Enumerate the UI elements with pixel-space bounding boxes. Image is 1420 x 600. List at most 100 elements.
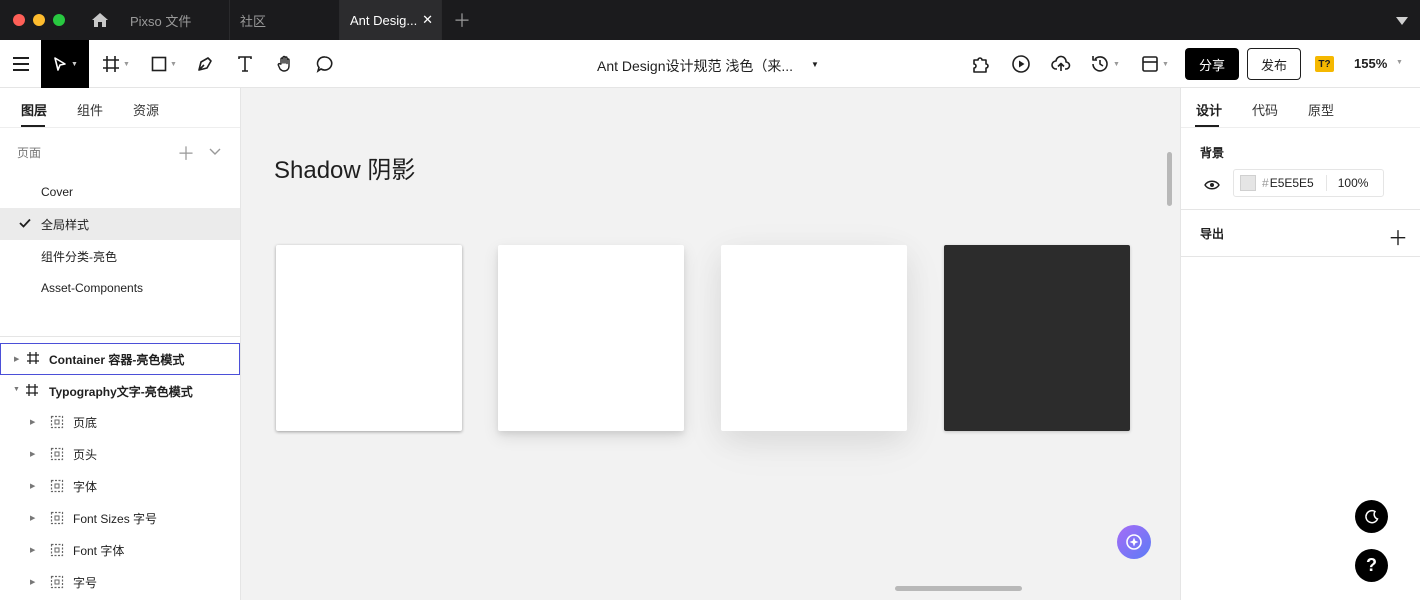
- layer-row[interactable]: ▼ Typography文字-亮色模式: [0, 375, 240, 407]
- layer-row[interactable]: ▶ 页底: [0, 406, 240, 438]
- left-panel: 图层 组件 资源 页面 ＋ Cover 全局样式 组件分类-亮色 Asset-C…: [0, 88, 241, 600]
- layout-icon: [1142, 56, 1158, 72]
- vertical-scrollbar[interactable]: [1167, 152, 1172, 206]
- check-icon: [19, 217, 31, 231]
- toolbar: ▼ ▼ ▼ Ant Design设计规范 浅色（来... ▼ ▼ ▼ 分享 发布…: [0, 40, 1420, 88]
- shape-tool-button[interactable]: ▼: [144, 40, 184, 88]
- expand-arrow-icon[interactable]: ▶: [30, 578, 35, 586]
- frame-icon: [103, 56, 120, 72]
- file-title[interactable]: Ant Design设计规范 浅色（来...: [597, 56, 793, 76]
- add-page-icon[interactable]: ＋: [177, 140, 195, 166]
- moon-icon: [1364, 509, 1379, 523]
- expand-arrow-icon[interactable]: ▶: [30, 546, 35, 554]
- hand-tool-button[interactable]: [266, 40, 304, 88]
- shadow-card-2[interactable]: [498, 245, 684, 431]
- tab-design[interactable]: 设计: [1196, 100, 1222, 119]
- layer-row[interactable]: ▶ 页头: [0, 438, 240, 470]
- ai-assistant-button[interactable]: [1117, 525, 1151, 559]
- tab-assets[interactable]: 资源: [133, 100, 159, 119]
- close-icon[interactable]: ✕: [422, 12, 433, 28]
- tab-components[interactable]: 组件: [77, 100, 103, 119]
- group-icon: [50, 543, 64, 560]
- background-color-field[interactable]: # E5E5E5 100%: [1233, 169, 1384, 197]
- add-export-icon[interactable]: ＋: [1388, 222, 1408, 251]
- tab-label: Ant Desig...: [350, 12, 418, 28]
- present-button[interactable]: [1002, 40, 1040, 88]
- color-swatch[interactable]: [1240, 175, 1256, 191]
- page-item[interactable]: Asset-Components: [0, 272, 240, 304]
- expand-arrow-icon[interactable]: ▶: [30, 514, 35, 522]
- layer-row[interactable]: ▶ Container 容器-亮色模式: [0, 343, 240, 375]
- layer-row[interactable]: ▶ 字号: [0, 566, 240, 598]
- minimize-window-button[interactable]: [33, 14, 45, 26]
- close-window-button[interactable]: [13, 14, 25, 26]
- zoom-caret-icon[interactable]: ▼: [1396, 59, 1403, 66]
- history-button[interactable]: ▼: [1084, 40, 1126, 88]
- plugin-button[interactable]: [962, 40, 1000, 88]
- horizontal-scrollbar[interactable]: [895, 586, 1022, 591]
- right-panel: 设计 代码 原型 背景 # E5E5E5 100% 导出 ＋ ?: [1180, 88, 1420, 600]
- page-item-selected[interactable]: 全局样式: [0, 208, 240, 240]
- opacity-value[interactable]: 100%: [1338, 176, 1369, 190]
- expand-arrow-icon[interactable]: ▶: [14, 355, 19, 363]
- tab-community[interactable]: 社区: [230, 0, 340, 40]
- pen-tool-button[interactable]: [186, 40, 224, 88]
- eye-icon[interactable]: [1204, 179, 1220, 194]
- tab-pixso-files[interactable]: Pixso 文件: [120, 0, 230, 40]
- play-icon: [1012, 55, 1030, 73]
- dark-mode-toggle[interactable]: [1355, 500, 1388, 533]
- hex-value[interactable]: E5E5E5: [1270, 176, 1314, 190]
- layout-button[interactable]: ▼: [1134, 40, 1176, 88]
- comment-tool-button[interactable]: [306, 40, 344, 88]
- font-missing-badge[interactable]: T?: [1315, 56, 1334, 72]
- menu-icon[interactable]: [0, 40, 41, 88]
- layer-name: Container 容器-亮色模式: [49, 352, 185, 367]
- add-tab-icon[interactable]: ＋: [442, 0, 482, 40]
- upload-button[interactable]: [1042, 40, 1080, 88]
- file-menu-caret-icon[interactable]: ▼: [811, 60, 819, 69]
- frame-icon: [25, 383, 39, 400]
- canvas[interactable]: Shadow 阴影: [241, 88, 1180, 600]
- layer-row[interactable]: ▶ Font 字体: [0, 534, 240, 566]
- text-icon: [238, 56, 252, 72]
- shadow-card-dark[interactable]: [944, 245, 1130, 431]
- help-button[interactable]: ?: [1355, 549, 1388, 582]
- expand-arrow-icon[interactable]: ▶: [30, 418, 35, 426]
- divider: [0, 336, 240, 337]
- text-tool-button[interactable]: [226, 40, 264, 88]
- canvas-title[interactable]: Shadow 阴影: [274, 150, 415, 185]
- layer-name: Font 字体: [73, 543, 125, 558]
- background-section-label: 背景: [1200, 146, 1225, 160]
- layer-name: Font Sizes 字号: [73, 511, 158, 526]
- share-button[interactable]: 分享: [1185, 48, 1239, 80]
- chevron-down-icon[interactable]: [1396, 14, 1408, 28]
- tab-ant-design[interactable]: Ant Desig... ✕: [340, 0, 442, 40]
- layer-row[interactable]: ▶ Font Sizes 字号: [0, 502, 240, 534]
- frame-tool-button[interactable]: ▼: [96, 40, 136, 88]
- layer-row[interactable]: ▶ 字体: [0, 470, 240, 502]
- tab-prototype[interactable]: 原型: [1308, 100, 1334, 119]
- divider: [1181, 209, 1420, 210]
- page-item[interactable]: 组件分类-亮色: [0, 240, 240, 272]
- group-icon: [50, 479, 64, 496]
- move-tool-button[interactable]: ▼: [41, 40, 89, 88]
- expand-arrow-icon[interactable]: ▶: [30, 482, 35, 490]
- shadow-card-1[interactable]: [276, 245, 462, 431]
- layer-name: 字号: [73, 575, 98, 590]
- export-section-label: 导出: [1200, 227, 1225, 241]
- tab-code[interactable]: 代码: [1252, 100, 1278, 119]
- group-icon: [50, 511, 64, 528]
- expand-arrow-icon[interactable]: ▶: [30, 450, 35, 458]
- layer-name: 页头: [73, 447, 98, 462]
- group-icon: [50, 575, 64, 592]
- home-icon[interactable]: [80, 0, 120, 40]
- tab-layers[interactable]: 图层: [21, 100, 47, 119]
- collapse-arrow-icon[interactable]: ▼: [13, 386, 20, 393]
- publish-button[interactable]: 发布: [1247, 48, 1301, 80]
- zoom-level[interactable]: 155%: [1354, 56, 1387, 71]
- plugin-icon: [973, 57, 989, 73]
- shadow-card-3[interactable]: [721, 245, 907, 431]
- chevron-down-icon[interactable]: [209, 145, 221, 159]
- page-item[interactable]: Cover: [0, 176, 240, 208]
- maximize-window-button[interactable]: [53, 14, 65, 26]
